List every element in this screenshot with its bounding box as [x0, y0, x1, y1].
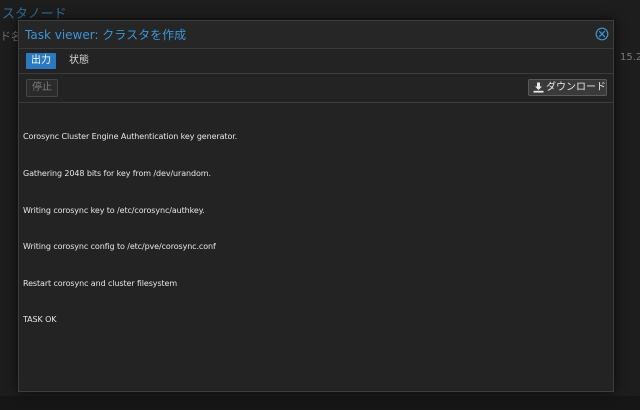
download-button-label: ダウンロード — [546, 82, 606, 93]
stop-button[interactable]: 停止 — [26, 79, 58, 97]
dialog-toolbar: 停止 ダウンロード — [19, 74, 613, 103]
log-line: Writing corosync config to /etc/pve/coro… — [23, 242, 216, 252]
close-circle-icon[interactable] — [595, 27, 609, 41]
background-version-text: 15.2 — [620, 52, 640, 63]
log-line: Corosync Cluster Engine Authentication k… — [23, 132, 238, 142]
dialog-title: Task viewer: クラスタを作成 — [25, 28, 187, 42]
log-line: Restart corosync and cluster filesystem — [23, 278, 178, 288]
log-line: Gathering 2048 bits for key from /dev/ur… — [23, 169, 211, 179]
log-line: TASK OK — [23, 315, 57, 325]
log-line: Writing corosync key to /etc/corosync/au… — [23, 205, 205, 215]
tab-output[interactable]: 出力 — [26, 53, 56, 69]
task-output-log: Corosync Cluster Engine Authentication k… — [23, 107, 603, 351]
task-viewer-dialog: Task viewer: クラスタを作成 出力 状態 停止 ダウンロード Cor… — [18, 20, 614, 392]
tab-status[interactable]: 状態 — [64, 53, 94, 69]
dialog-tabbar: 出力 状態 — [19, 49, 613, 74]
dialog-header: Task viewer: クラスタを作成 — [19, 21, 613, 49]
download-button[interactable]: ダウンロード — [528, 79, 607, 96]
download-icon — [533, 82, 544, 93]
background-footer — [0, 396, 640, 410]
